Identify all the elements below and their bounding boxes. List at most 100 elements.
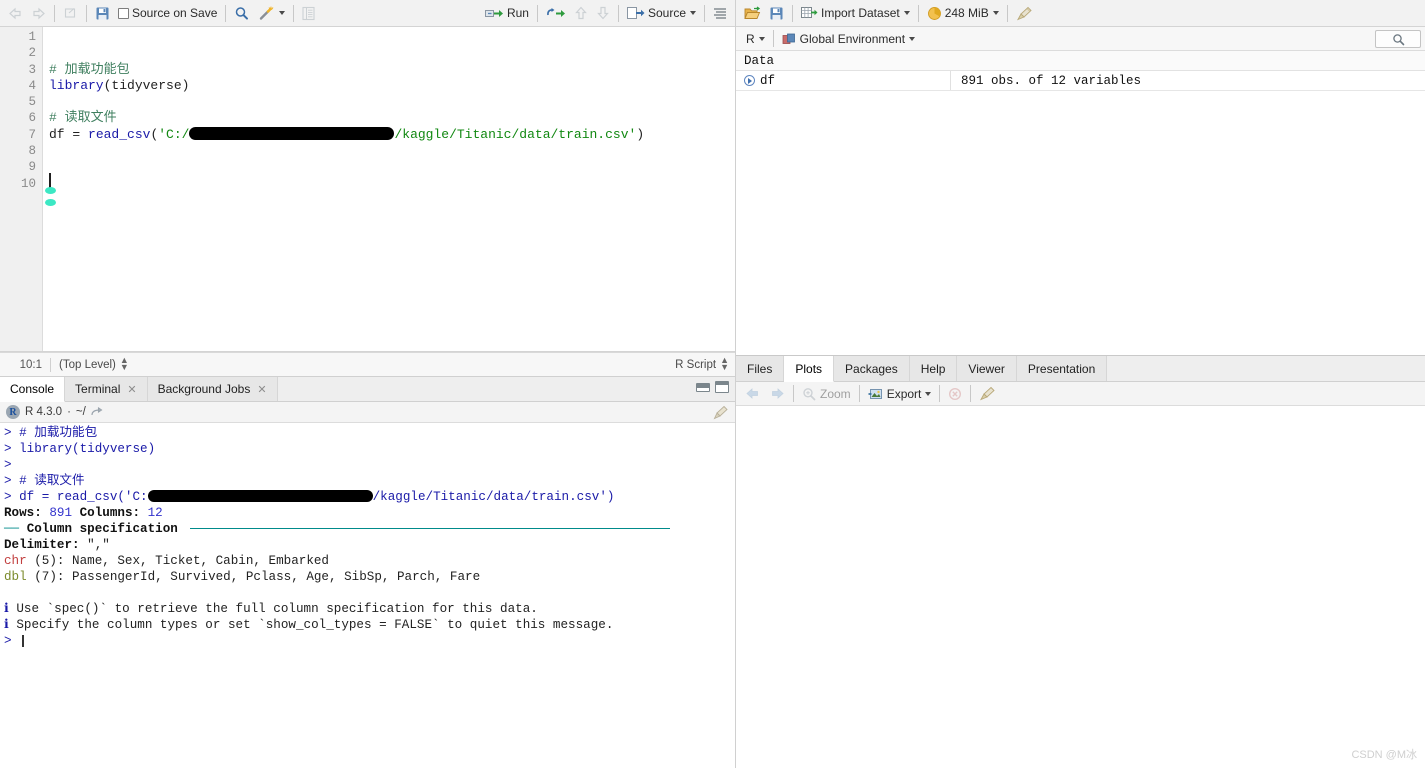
working-directory-label: ~/	[75, 406, 86, 418]
memory-pie-icon	[927, 6, 941, 20]
find-replace-button[interactable]	[230, 3, 254, 24]
source-editor[interactable]: 1 2 3 4 5 6 7 8 9 10 # 加载功能包 library(tid…	[0, 27, 735, 352]
toolbar-separator-7	[704, 4, 705, 22]
tab-plots[interactable]: Plots	[784, 356, 835, 382]
environment-empty-area	[736, 91, 1425, 355]
clear-plots-button[interactable]	[975, 383, 1000, 404]
save-workspace-button[interactable]	[765, 3, 788, 24]
source-on-save-box[interactable]	[118, 7, 129, 19]
environment-search-box[interactable]	[1375, 30, 1421, 48]
zoom-plot-button[interactable]: Zoom	[798, 383, 855, 404]
code-text: (tidyverse)	[103, 77, 190, 93]
tab-files[interactable]: Files	[736, 356, 785, 381]
zoom-label: Zoom	[820, 386, 851, 401]
file-type-label[interactable]: R Script	[675, 359, 716, 371]
export-caret-icon[interactable]	[925, 391, 932, 396]
clear-objects-button[interactable]	[1012, 3, 1037, 24]
editor-code-area[interactable]: # 加载功能包 library(tidyverse) # 读取文件 df = r…	[43, 27, 735, 351]
run-button[interactable]: Run	[481, 3, 533, 24]
tab-presentation-label: Presentation	[1027, 361, 1096, 376]
code-function: library	[49, 77, 104, 93]
language-selector[interactable]: R	[742, 28, 769, 49]
source-caret-icon[interactable]	[690, 11, 696, 15]
redacted-path-block	[189, 127, 395, 141]
tab-packages[interactable]: Packages	[834, 356, 910, 381]
plots-toolbar-separator	[793, 385, 794, 402]
source-label: Source	[647, 6, 686, 20]
document-outline-button[interactable]	[709, 3, 731, 24]
object-value: 891 obs. of 12 variables	[961, 73, 1142, 88]
tab-plots-label: Plots	[795, 361, 823, 376]
remove-plot-button[interactable]	[944, 383, 966, 404]
back-button[interactable]	[4, 3, 27, 24]
memory-usage-button[interactable]: 248 MiB	[923, 3, 1003, 24]
scope-selector-label[interactable]: (Top Level)	[59, 359, 116, 371]
console-header: R R 4.3.0 · ~/	[0, 402, 735, 423]
expand-circle-icon[interactable]	[744, 75, 755, 86]
tab-files-label: Files	[747, 361, 773, 376]
run-label: Run	[506, 6, 529, 20]
tab-background-jobs[interactable]: Background Jobs ✕	[147, 377, 278, 401]
editor-gutter: 1 2 3 4 5 6 7 8 9 10	[0, 27, 43, 351]
clear-console-icon[interactable]	[713, 405, 729, 420]
load-workspace-button[interactable]	[740, 3, 765, 24]
file-type-stepper-icon[interactable]: ▲ ▼	[720, 355, 729, 371]
line-number: 1	[28, 30, 36, 44]
previous-chunk-button[interactable]	[570, 3, 592, 24]
compile-report-button[interactable]	[298, 3, 319, 24]
scope-selector[interactable]: Global Environment	[778, 28, 919, 49]
next-chunk-button[interactable]	[592, 3, 614, 24]
show-in-new-window-button[interactable]	[59, 3, 82, 24]
code-line: # 加载功能包	[49, 62, 735, 78]
toolbar-separator-5	[536, 4, 538, 22]
console-text: df = read_csv('C:	[19, 490, 148, 504]
scope-caret-icon[interactable]	[909, 36, 916, 41]
console-text: Use `spec()` to retrieve the full column…	[16, 602, 538, 616]
remove-circle-icon	[949, 387, 962, 400]
code-tools-button[interactable]	[254, 3, 289, 24]
arrow-up-icon	[575, 6, 587, 20]
language-caret-icon[interactable]	[758, 36, 765, 41]
source-button[interactable]: Source	[623, 3, 700, 24]
console-text: /kaggle/Titanic/data/train.csv')	[372, 490, 615, 504]
tab-terminal[interactable]: Terminal ✕	[65, 377, 148, 401]
environment-object-row[interactable]: df 891 obs. of 12 variables	[736, 71, 1425, 91]
source-status-bar: 10:1 (Top Level) ▲ ▼ R Script ▲ ▼	[0, 352, 735, 377]
import-dataset-caret-icon[interactable]	[903, 11, 910, 15]
arrow-down-icon	[597, 6, 609, 20]
tab-viewer[interactable]: Viewer	[957, 356, 1017, 381]
r-version-label: R 4.3.0	[25, 406, 63, 418]
rerun-button[interactable]	[542, 3, 570, 24]
code-tools-caret-icon[interactable]	[279, 11, 286, 15]
tab-console[interactable]: Console	[0, 377, 66, 402]
console-window-buttons	[696, 381, 729, 393]
tab-console-label: Console	[10, 382, 55, 396]
source-on-save-checkbox[interactable]: Source on Save	[114, 3, 221, 24]
memory-caret-icon[interactable]	[992, 11, 999, 15]
code-line: # 读取文件	[49, 110, 735, 126]
export-plot-button[interactable]: Export	[864, 383, 936, 404]
console-prompt: >	[4, 474, 20, 488]
environment-toolbar: Import Dataset 248 MiB	[736, 0, 1425, 27]
console-prompt: >	[4, 458, 12, 472]
next-plot-button[interactable]	[765, 383, 789, 404]
tab-presentation[interactable]: Presentation	[1016, 356, 1108, 381]
minimize-icon[interactable]	[696, 382, 710, 392]
open-directory-icon[interactable]	[91, 406, 104, 418]
previous-plot-button[interactable]	[741, 383, 765, 404]
object-name-cell[interactable]: df	[736, 71, 951, 90]
console-output[interactable]: > # 加载功能包 > library(tidyverse) > > # 读取文…	[0, 423, 735, 768]
save-button[interactable]	[91, 3, 114, 24]
console-prompt: >	[4, 426, 20, 440]
close-icon[interactable]: ✕	[127, 383, 136, 396]
maximize-icon[interactable]	[715, 381, 729, 393]
console-horizontal-rule	[190, 528, 671, 530]
forward-button[interactable]	[27, 3, 50, 24]
tab-help[interactable]: Help	[909, 356, 958, 381]
tab-help-label: Help	[920, 361, 946, 376]
close-icon[interactable]: ✕	[257, 383, 266, 396]
scope-stepper-icon[interactable]: ▲ ▼	[120, 355, 129, 371]
import-dataset-button[interactable]: Import Dataset	[797, 3, 914, 24]
